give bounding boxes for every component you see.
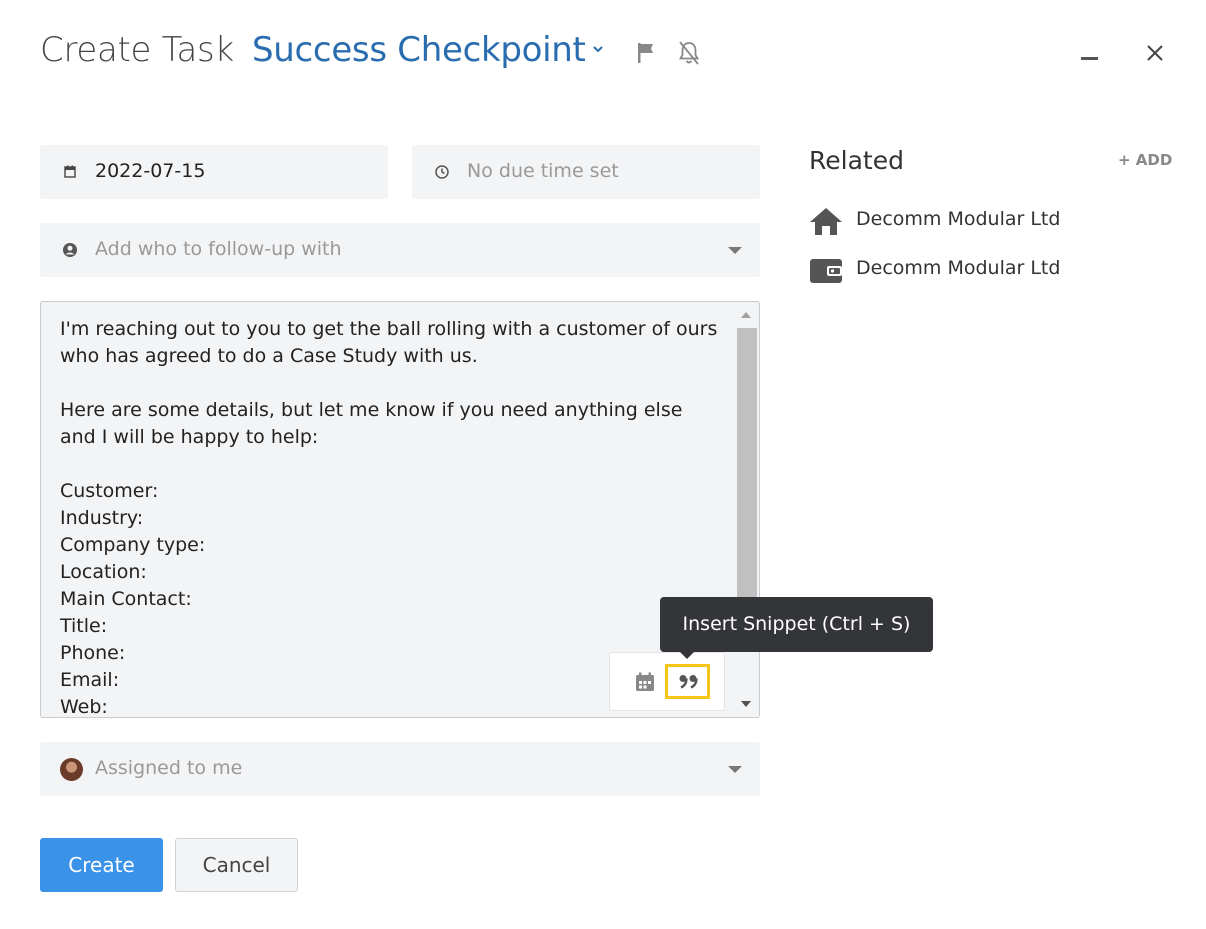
home-icon (810, 208, 842, 235)
bell-off-icon[interactable] (677, 40, 701, 66)
calendar-icon (64, 165, 76, 178)
related-item-company[interactable]: Decomm Modular Ltd (809, 206, 1169, 236)
chevron-down-icon[interactable] (728, 766, 742, 773)
wallet-icon (810, 259, 842, 283)
time-placeholder: No due time set (467, 160, 619, 182)
snippet-tooltip: Insert Snippet (Ctrl + S) (660, 597, 933, 659)
minimize-icon[interactable] (1081, 57, 1098, 60)
followup-select[interactable]: Add who to follow-up with (40, 223, 760, 277)
calendar-icon[interactable] (634, 671, 656, 693)
related-heading: Related (809, 146, 904, 175)
editor-scrollbar[interactable] (735, 302, 759, 717)
followup-placeholder: Add who to follow-up with (95, 238, 342, 260)
related-item-deal[interactable]: Decomm Modular Ltd (809, 255, 1169, 285)
page-title: Create Task (40, 30, 234, 70)
close-icon[interactable] (1146, 44, 1164, 62)
quote-icon (679, 674, 698, 689)
note-editor[interactable]: I'm reaching out to you to get the ball … (40, 301, 760, 718)
assignee-value: Assigned to me (95, 757, 243, 779)
flag-icon[interactable] (636, 42, 656, 64)
chevron-down-icon[interactable] (728, 247, 742, 254)
add-related-button[interactable]: + ADD (1118, 151, 1172, 169)
insert-snippet-button[interactable] (665, 664, 710, 699)
create-button[interactable]: Create (40, 838, 163, 892)
cancel-button[interactable]: Cancel (175, 838, 298, 892)
scroll-down-icon[interactable] (741, 701, 751, 707)
related-item-label: Decomm Modular Ltd (856, 208, 1061, 230)
date-field[interactable]: 2022-07-15 (40, 145, 388, 199)
avatar (60, 758, 83, 781)
related-item-label: Decomm Modular Ltd (856, 257, 1061, 279)
task-type-selector[interactable]: Success Checkpoint (252, 30, 586, 70)
scrollbar-thumb[interactable] (737, 328, 757, 603)
date-value: 2022-07-15 (95, 160, 206, 182)
dialog-header: Create Task Success Checkpoint (40, 28, 1170, 78)
clock-icon (435, 165, 449, 179)
scroll-up-icon[interactable] (741, 312, 751, 318)
editor-toolbar (609, 652, 725, 711)
assignee-select[interactable]: Assigned to me (40, 742, 760, 796)
time-field[interactable]: No due time set (412, 145, 760, 199)
chevron-down-icon[interactable] (591, 42, 605, 56)
person-icon (63, 243, 77, 257)
